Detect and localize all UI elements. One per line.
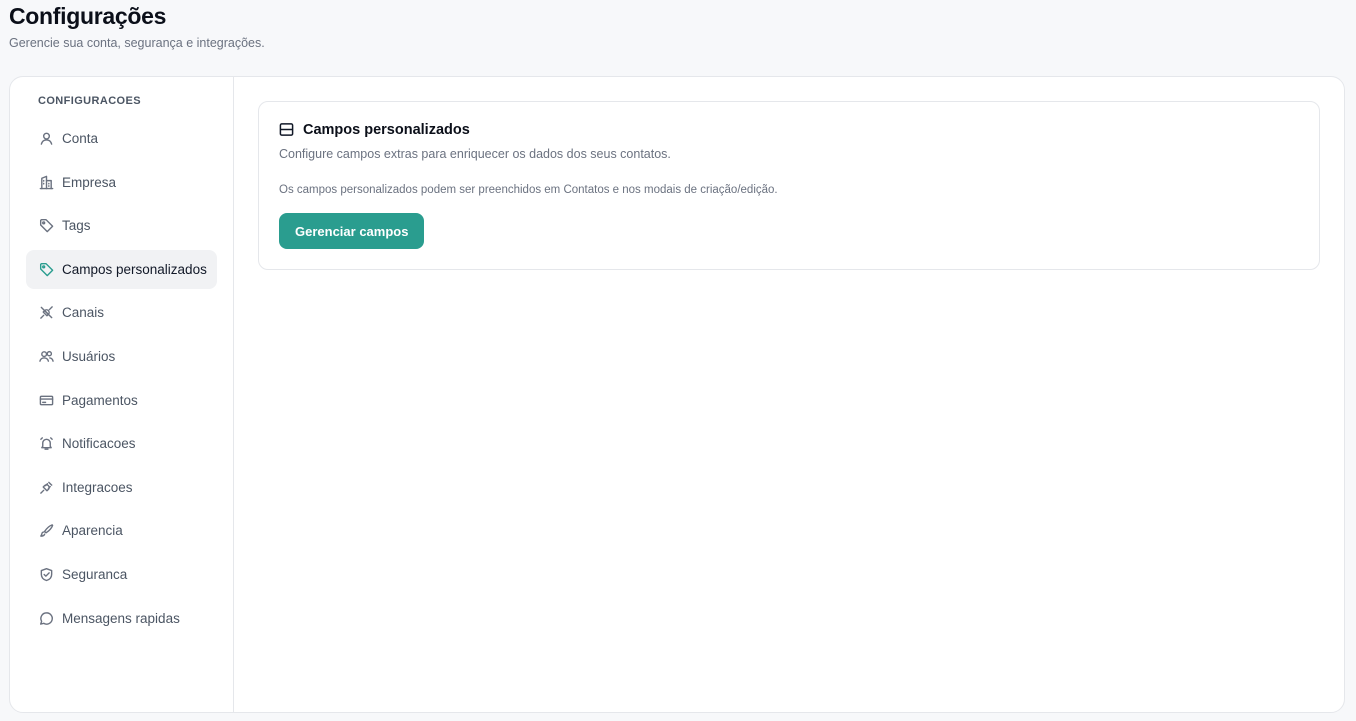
settings-panel: CONFIGURACOES Conta Empresa Tags Campos … bbox=[9, 76, 1345, 713]
sidebar-item-mensagens-rapidas[interactable]: Mensagens rapidas bbox=[26, 599, 217, 638]
page-title: Configurações bbox=[9, 3, 167, 29]
sidebar-item-label: Pagamentos bbox=[62, 392, 138, 408]
sidebar-item-integracoes[interactable]: Integracoes bbox=[26, 468, 217, 507]
sidebar-item-label: Mensagens rapidas bbox=[62, 610, 180, 626]
chat-bubble-icon bbox=[38, 610, 54, 626]
shield-icon bbox=[38, 566, 54, 582]
plug-icon bbox=[38, 305, 54, 321]
card-note: Os campos personalizados podem ser preen… bbox=[279, 184, 778, 196]
sidebar-item-label: Integracoes bbox=[62, 479, 133, 495]
sidebar-item-aparencia[interactable]: Aparencia bbox=[26, 511, 217, 550]
card-description: Configure campos extras para enriquecer … bbox=[279, 147, 671, 161]
sidebar-item-label: Empresa bbox=[62, 174, 117, 190]
sidebar-item-label: Seguranca bbox=[62, 566, 128, 582]
plug-icon bbox=[38, 479, 54, 495]
alarm-icon bbox=[38, 436, 54, 452]
columns-icon bbox=[279, 122, 295, 138]
sidebar-item-notificacoes[interactable]: Notificacoes bbox=[26, 424, 217, 463]
custom-fields-card: Campos personalizados Configure campos e… bbox=[258, 101, 1320, 270]
settings-sidebar: CONFIGURACOES Conta Empresa Tags Campos … bbox=[10, 77, 234, 712]
card-header: Campos personalizados bbox=[279, 122, 1299, 138]
sidebar-item-canais[interactable]: Canais bbox=[26, 293, 217, 332]
sidebar-item-conta[interactable]: Conta bbox=[26, 119, 217, 158]
sidebar-item-pagamentos[interactable]: Pagamentos bbox=[26, 381, 217, 420]
tag-icon bbox=[38, 218, 54, 234]
credit-card-icon bbox=[38, 392, 54, 408]
sidebar-item-label: Usuários bbox=[62, 348, 116, 364]
users-icon bbox=[38, 348, 54, 364]
sidebar-item-label: Campos personalizados bbox=[62, 261, 207, 277]
sidebar-item-label: Aparencia bbox=[62, 523, 123, 539]
sidebar-item-tags[interactable]: Tags bbox=[26, 206, 217, 245]
sidebar-item-label: Canais bbox=[62, 305, 105, 321]
sidebar-item-label: Conta bbox=[62, 131, 99, 146]
sidebar-item-usuarios[interactable]: Usuários bbox=[26, 337, 217, 376]
tag-icon bbox=[38, 261, 54, 277]
sidebar-item-campos-personalizados[interactable]: Campos personalizados bbox=[26, 249, 217, 289]
sidebar-item-label: Notificacoes bbox=[62, 436, 136, 452]
settings-content: Campos personalizados Configure campos e… bbox=[234, 77, 1344, 712]
sidebar-item-label: Tags bbox=[62, 218, 91, 234]
page-subtitle: Gerencie sua conta, segurança e integraç… bbox=[9, 36, 265, 50]
user-icon bbox=[38, 131, 54, 147]
sidebar-item-empresa[interactable]: Empresa bbox=[26, 163, 217, 202]
sidebar-item-seguranca[interactable]: Seguranca bbox=[26, 555, 217, 594]
sidebar-heading: CONFIGURACOES bbox=[38, 95, 141, 107]
page-header: Configurações Gerencie sua conta, segura… bbox=[9, 2, 265, 50]
card-title: Campos personalizados bbox=[303, 122, 470, 138]
brush-icon bbox=[38, 523, 54, 539]
manage-fields-button[interactable]: Gerenciar campos bbox=[279, 213, 425, 249]
building-icon bbox=[38, 174, 54, 190]
